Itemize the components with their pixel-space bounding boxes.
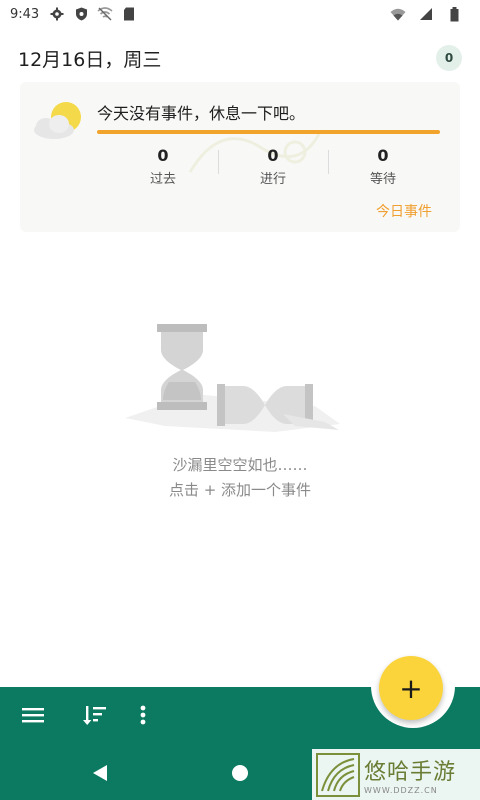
status-time: 9:43 — [10, 6, 40, 22]
menu-icon[interactable] — [18, 700, 48, 730]
gear-icon — [49, 6, 65, 22]
empty-hint: 点击 + 添加一个事件 — [168, 481, 312, 499]
stat-ongoing[interactable]: 0 进行 — [218, 144, 328, 188]
hourglass-icon — [125, 324, 340, 432]
stat-waiting[interactable]: 0 等待 — [328, 144, 438, 188]
status-bar: 9:43 — [0, 0, 480, 28]
stats-row: 0 过去 0 进行 0 等待 — [108, 144, 438, 188]
stat-label: 过去 — [149, 171, 176, 187]
date-text[interactable]: 12月16日，周三 — [18, 45, 161, 72]
brand-watermark: 悠哈手游 WWW.DDZZ.CN — [312, 749, 480, 800]
battery-icon — [446, 6, 462, 22]
stat-label: 进行 — [259, 171, 286, 187]
home-icon[interactable] — [228, 761, 252, 785]
stat-label: 等待 — [369, 171, 396, 187]
wifi-off-icon — [97, 6, 113, 22]
summary-card[interactable]: 今天没有事件，休息一下吧。 0 过去 0 进行 0 等待 今日事件 — [20, 82, 460, 232]
status-right — [390, 6, 470, 22]
event-count-badge[interactable]: 0 — [436, 45, 462, 71]
brand-name: 悠哈手游 — [364, 760, 457, 785]
stat-value: 0 — [377, 145, 389, 165]
sd-card-icon — [121, 6, 137, 22]
brand-logo-icon — [316, 752, 360, 797]
empty-message: 沙漏里空空如也…… — [172, 456, 308, 474]
wifi-icon — [390, 6, 406, 22]
add-event-button[interactable]: + — [379, 656, 443, 720]
sort-icon[interactable] — [80, 700, 110, 730]
back-icon[interactable] — [88, 761, 112, 785]
shield-icon — [73, 6, 89, 22]
partly-cloudy-icon — [34, 102, 81, 139]
stat-past[interactable]: 0 过去 — [108, 144, 218, 188]
brand-url: WWW.DDZZ.CN — [364, 786, 438, 795]
signal-icon — [418, 6, 434, 22]
today-events-link[interactable]: 今日事件 — [376, 201, 432, 221]
stat-value: 0 — [157, 145, 169, 165]
stat-value: 0 — [267, 145, 279, 165]
progress-bar — [97, 130, 440, 134]
date-header: 12月16日，周三 0 — [18, 44, 462, 72]
card-title: 今天没有事件，休息一下吧。 — [97, 104, 306, 123]
more-vert-icon[interactable] — [128, 700, 158, 730]
plus-icon: + — [399, 671, 423, 705]
